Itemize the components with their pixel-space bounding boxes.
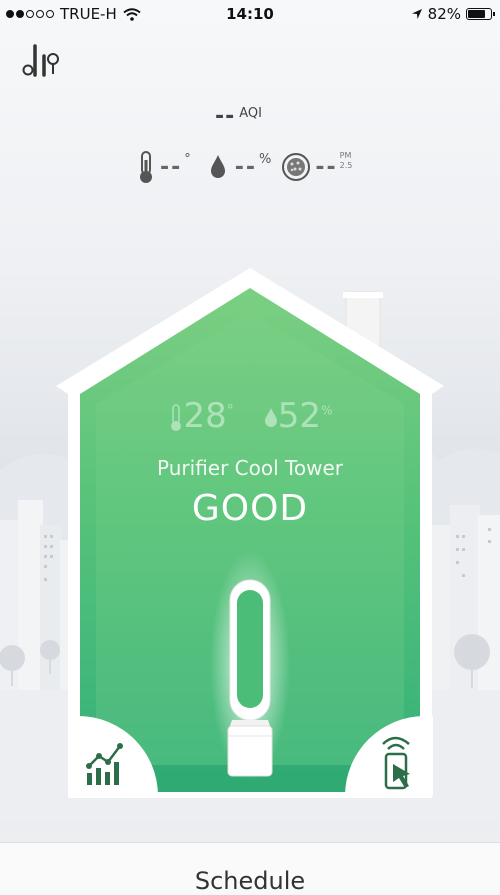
aqi-value: -- [215,104,236,129]
status-right: 82% [411,5,495,23]
schedule-label: Schedule [194,867,306,895]
battery-percent: 82% [427,5,461,23]
device-temperature-unit: ° [226,402,234,419]
pm-value: -- [315,154,338,180]
schedule-bar[interactable]: Schedule [0,842,500,895]
pm-label-bottom: 2.5 [339,161,353,170]
device-humidity-unit: % [321,403,333,418]
thermometer-icon [140,151,152,183]
device-humidity-value: 52 [277,396,322,436]
humidity-value: -- [234,154,258,180]
status-bar: TRUE-H 14:10 82% [0,0,500,28]
aqi-readout: -- AQI [215,104,262,129]
device-temperature-value: 28 [183,396,227,436]
temperature-value: -- [160,154,183,180]
remote-control-icon [382,736,410,790]
aqi-label: AQI [239,106,262,121]
device-humidity: 52% [264,396,333,436]
air-quality-status: GOOD [191,488,309,529]
battery-icon [466,8,495,20]
temperature-unit: ° [184,151,191,167]
particulate-icon [282,153,311,181]
pm-label: PM 2.5 [340,151,353,171]
humidity-drop-icon [264,407,277,427]
device-name: Purifier Cool Tower [157,456,343,480]
sensor-row: -- ° -- % -- PM 2.5 [136,150,352,184]
pm-label-top: PM [339,151,352,160]
humidity-drop-icon [210,155,225,178]
location-arrow-icon [411,9,422,19]
purifier-tower-image[interactable] [222,576,278,782]
thermometer-icon [170,403,181,431]
device-temperature: 28° [168,396,234,436]
device-readings: 28° 52% [0,396,500,436]
humidity-unit: % [259,151,272,167]
chart-icon [86,743,123,785]
sensor-wand-icon[interactable] [20,42,64,78]
